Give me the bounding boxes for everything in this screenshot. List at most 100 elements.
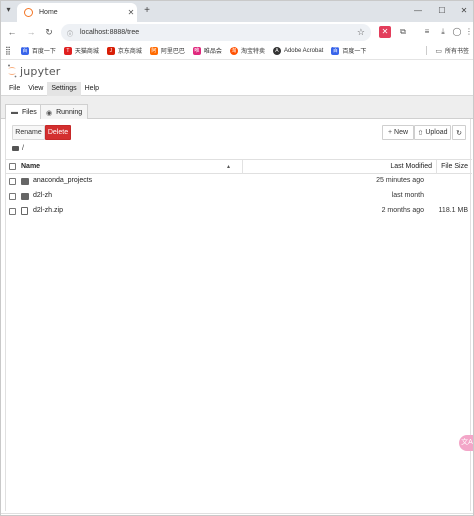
- baidu-icon: 百: [20, 46, 29, 55]
- floating-assistant-icon[interactable]: 文A: [459, 435, 473, 451]
- menu-help[interactable]: Help: [81, 82, 103, 96]
- bookmark-alibaba[interactable]: 阿 阿里巴巴: [149, 46, 185, 55]
- file-browser-panel: Rename Delete + New ⇧ Upload ↻ / Name ▴ …: [5, 119, 472, 511]
- file-modified: 25 minutes ago: [376, 177, 424, 184]
- header-spacer: [1, 96, 473, 104]
- bookmark-label: 京东商城: [117, 49, 142, 55]
- folder-icon: ▭: [435, 47, 442, 55]
- address-toolbar: ← → ↻ ⓘ localhost:8888/tree ☆ ✕ ⧉ ≡ ⤓ ◯ …: [1, 22, 473, 43]
- delete-button[interactable]: Delete: [45, 125, 71, 140]
- tab-files-label: Files: [22, 109, 37, 116]
- new-button[interactable]: + New: [382, 125, 414, 140]
- minimize-button[interactable]: —: [411, 4, 425, 18]
- select-all-checkbox[interactable]: [9, 163, 16, 170]
- column-file-size[interactable]: File Size: [441, 163, 468, 170]
- adobe-icon: A: [272, 46, 281, 55]
- folder-icon: ▬: [11, 109, 18, 116]
- bookmark-baidu-2[interactable]: 百 百度一下: [331, 46, 366, 55]
- reading-list-icon[interactable]: ≡: [421, 26, 433, 38]
- file-name[interactable]: d2l-zh.zip: [33, 207, 63, 214]
- folder-icon: [21, 193, 29, 200]
- menu-view[interactable]: View: [24, 82, 47, 96]
- browser-tab-home[interactable]: Home ✕: [17, 3, 137, 22]
- apps-grid-icon[interactable]: ⣿: [5, 46, 11, 55]
- file-size: 118.1 MB: [438, 207, 468, 214]
- reload-icon[interactable]: ↻: [43, 26, 55, 38]
- folder-icon: [21, 178, 29, 185]
- menu-bar: File View Settings Help: [1, 81, 473, 96]
- bookmark-jd[interactable]: J 京东商城: [106, 46, 142, 55]
- running-icon: ◉: [46, 109, 53, 117]
- file-list-header: Name ▴ Last Modified File Size: [6, 159, 472, 174]
- profile-icon[interactable]: ◯: [451, 26, 463, 38]
- bookmark-taobao[interactable]: 淘 淘宝特卖: [229, 46, 265, 55]
- close-window-button[interactable]: ✕: [457, 4, 471, 18]
- bookmark-adobe[interactable]: A Adobe Acrobat: [272, 46, 324, 55]
- back-icon[interactable]: ←: [6, 26, 18, 38]
- file-name[interactable]: d2l-zh: [33, 192, 52, 199]
- menu-file[interactable]: File: [5, 82, 24, 96]
- bookmark-label: 天猫商城: [74, 49, 99, 55]
- extensions-puzzle-icon[interactable]: ⧉: [397, 26, 409, 38]
- upload-icon: ⇧: [417, 129, 424, 137]
- file-browser-tabs: ▬ Files ◉ Running: [1, 104, 473, 120]
- extension-red-icon[interactable]: ✕: [379, 26, 391, 38]
- tab-title: Home: [39, 9, 58, 16]
- file-row[interactable]: anaconda_projects 25 minutes ago: [6, 174, 472, 189]
- more-menu-icon[interactable]: ⋮: [463, 26, 473, 38]
- tab-running[interactable]: ◉ Running: [40, 104, 89, 120]
- taobao-icon: 淘: [229, 46, 238, 55]
- breadcrumb-path[interactable]: /: [22, 145, 24, 152]
- title-bar: ▾ Home ✕ + — ☐ ✕: [1, 1, 473, 22]
- bookmark-label: 阿里巴巴: [160, 49, 185, 55]
- url-text[interactable]: localhost:8888/tree: [80, 29, 357, 36]
- browser-window: ▾ Home ✕ + — ☐ ✕ ← → ↻ ⓘ localhost:8888/…: [0, 0, 474, 516]
- sort-caret-icon[interactable]: ▴: [227, 163, 230, 170]
- column-divider: [436, 160, 437, 174]
- bookmark-baidu-1[interactable]: 百 百度一下: [20, 46, 56, 55]
- row-checkbox[interactable]: [9, 178, 16, 185]
- rename-button[interactable]: Rename: [12, 125, 45, 140]
- row-checkbox[interactable]: [9, 193, 16, 200]
- row-checkbox[interactable]: [9, 208, 16, 215]
- bookmark-label: 唯品会: [203, 49, 222, 55]
- tab-list-icon[interactable]: ▾: [3, 5, 14, 17]
- file-row[interactable]: d2l-zh last month: [6, 189, 472, 204]
- maximize-button[interactable]: ☐: [435, 4, 449, 18]
- address-bar[interactable]: ⓘ localhost:8888/tree ☆: [61, 24, 371, 41]
- refresh-button[interactable]: ↻: [452, 125, 466, 140]
- jupyter-header: jupyter: [1, 59, 473, 82]
- new-button-label: New: [394, 129, 409, 136]
- new-tab-button[interactable]: +: [141, 4, 153, 18]
- upload-button[interactable]: ⇧ Upload: [414, 125, 451, 140]
- site-info-icon[interactable]: ⓘ: [67, 29, 75, 38]
- jupyter-logo[interactable]: jupyter: [7, 64, 61, 78]
- downloads-icon[interactable]: ⤓: [437, 26, 449, 38]
- forward-icon[interactable]: →: [25, 26, 37, 38]
- bookmark-label: 百度一下: [342, 49, 367, 55]
- bookmark-label: Adobe Acrobat: [283, 47, 324, 54]
- vip-icon: 唯: [192, 46, 201, 55]
- column-name[interactable]: Name: [21, 163, 40, 170]
- tab-running-label: Running: [56, 109, 83, 116]
- bookmark-label: 百度一下: [31, 49, 56, 55]
- jupyter-favicon-icon: [24, 8, 33, 17]
- all-bookmarks[interactable]: ▭ 所有书签: [426, 43, 469, 58]
- menu-settings[interactable]: Settings: [47, 81, 81, 96]
- home-folder-icon[interactable]: [12, 146, 19, 151]
- tab-files[interactable]: ▬ Files: [5, 104, 43, 120]
- bookmark-star-icon[interactable]: ☆: [357, 27, 365, 38]
- all-bookmarks-label: 所有书签: [444, 49, 469, 55]
- baidu-icon: 百: [331, 46, 340, 55]
- file-row[interactable]: d2l-zh.zip 2 months ago 118.1 MB: [6, 204, 472, 219]
- bookmark-vip[interactable]: 唯 唯品会: [192, 46, 222, 55]
- column-last-modified[interactable]: Last Modified: [390, 163, 432, 170]
- close-tab-icon[interactable]: ✕: [125, 8, 137, 17]
- bookmark-tmall[interactable]: T 天猫商城: [63, 46, 99, 55]
- jd-icon: J: [106, 46, 115, 55]
- file-icon: [21, 207, 28, 215]
- plus-icon: +: [387, 129, 393, 136]
- file-modified: last month: [391, 192, 424, 199]
- jupyter-logo-icon: [8, 64, 17, 78]
- file-name[interactable]: anaconda_projects: [33, 177, 92, 184]
